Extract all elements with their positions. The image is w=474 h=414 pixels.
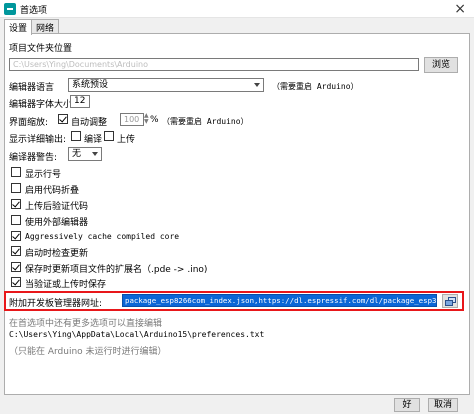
editor-language-note: （需要重启 Arduino）	[272, 82, 359, 91]
title-bar: 首选项 ×	[0, 0, 474, 18]
scale-percent-input[interactable]: 100	[120, 113, 144, 126]
verbose-compile-label: 编译	[84, 135, 103, 145]
compiler-warnings-label: 编译器警告:	[9, 153, 58, 163]
update-extension-checkbox[interactable]	[11, 262, 21, 272]
cancel-button[interactable]: 取消	[428, 398, 458, 412]
board-manager-label: 附加开发板管理器网址:	[9, 299, 103, 309]
verbose-compile-checkbox[interactable]	[71, 131, 81, 141]
code-folding-checkbox[interactable]	[11, 183, 21, 193]
board-manager-urls-input[interactable]: package_esp8266com_index.json,https://dl…	[122, 294, 437, 307]
check-updates-label: 启动时检查更新	[25, 249, 89, 259]
interface-scale-label: 界面缩放:	[9, 118, 49, 128]
external-editor-label: 使用外部编辑器	[25, 218, 89, 228]
compiler-warnings-value: 无	[72, 149, 82, 159]
font-size-label: 编辑器字体大小	[9, 100, 73, 110]
update-extension-label: 保存时更新项目文件的扩展名（.pde -> .ino)	[25, 265, 208, 275]
editor-language-label: 编辑器语言	[9, 83, 55, 93]
cache-core-checkbox[interactable]	[11, 231, 21, 241]
chevron-down-icon	[92, 152, 98, 156]
interface-scale-note: （需要重启 Arduino）	[162, 117, 249, 126]
show-line-numbers-checkbox[interactable]	[11, 167, 21, 177]
check-updates-checkbox[interactable]	[11, 246, 21, 256]
window-title: 首选项	[20, 6, 48, 16]
prefs-file-path[interactable]: C:\Users\Ying\AppData\Local\Arduino15\pr…	[9, 330, 264, 339]
cache-core-label: Aggressively cache compiled core	[25, 232, 180, 241]
external-editor-checkbox[interactable]	[11, 215, 21, 225]
sketchbook-location-label: 项目文件夹位置	[9, 44, 73, 54]
verbose-upload-label: 上传	[117, 135, 136, 145]
editor-language-value: 系统预设	[72, 80, 109, 90]
sketchbook-location-input[interactable]: C:\Users\Ying\Documents\Arduino	[9, 58, 419, 71]
more-prefs-note: 在首选项中还有更多选项可以直接编辑	[9, 319, 163, 329]
editor-language-select[interactable]: 系统预设	[68, 78, 264, 92]
chevron-down-icon	[254, 83, 260, 87]
scale-stepper-icon[interactable]: ▲ ▼	[144, 113, 149, 125]
window-front-shape	[445, 300, 453, 306]
tab-bar: 设置 网络	[4, 19, 60, 35]
font-size-input[interactable]: 12	[70, 95, 90, 108]
edit-when-closed-note: （只能在 Arduino 未运行时进行编辑）	[9, 347, 167, 357]
save-on-verify-checkbox[interactable]	[11, 277, 21, 287]
verbose-upload-checkbox[interactable]	[104, 131, 114, 141]
window-list-icon[interactable]	[442, 294, 458, 308]
auto-scale-label: 自动调整	[71, 118, 108, 128]
verify-after-upload-label: 上传后验证代码	[25, 202, 89, 212]
arduino-app-icon	[4, 3, 16, 15]
save-on-verify-label: 当验证或上传时保存	[25, 280, 107, 290]
close-icon[interactable]: ×	[454, 0, 466, 18]
tab-settings[interactable]: 设置	[4, 19, 33, 35]
tab-network[interactable]: 网络	[31, 19, 60, 34]
browse-button[interactable]: 浏览	[424, 57, 458, 73]
show-line-numbers-label: 显示行号	[25, 170, 62, 180]
verbose-output-label: 显示详细输出:	[9, 135, 67, 145]
ok-button[interactable]: 好	[394, 398, 420, 412]
auto-scale-checkbox[interactable]	[58, 114, 68, 124]
scale-percent-sign: %	[150, 115, 159, 125]
compiler-warnings-select[interactable]: 无	[68, 147, 102, 161]
code-folding-label: 启用代码折叠	[25, 186, 80, 196]
verify-after-upload-checkbox[interactable]	[11, 199, 21, 209]
